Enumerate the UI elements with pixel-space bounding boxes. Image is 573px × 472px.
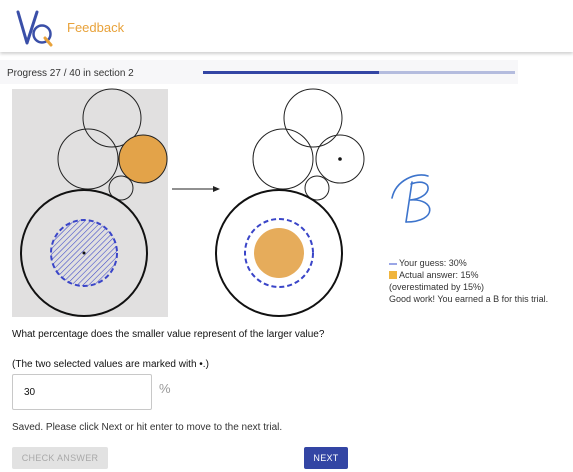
actual-swatch-icon xyxy=(389,271,397,279)
guess-swatch-icon xyxy=(389,262,397,265)
question-text: What percentage does the smaller value r… xyxy=(12,329,325,340)
right-marker-dot xyxy=(338,157,342,161)
actual-label: Actual answer: 15% xyxy=(399,270,479,280)
feedback-legend: Your guess: 30% Actual answer: 15% (over… xyxy=(389,257,548,305)
left-circle-mid xyxy=(57,128,119,190)
grade-icon: B xyxy=(386,170,431,223)
right-circle-mid xyxy=(252,128,314,190)
svg-text:B: B xyxy=(386,170,387,171)
left-circle-highlighted xyxy=(118,134,168,184)
right-circle-top xyxy=(283,88,343,148)
feedback-message: Good work! You earned a B for this trial… xyxy=(389,294,549,304)
answer-input[interactable] xyxy=(12,374,152,410)
arrow-head-icon xyxy=(213,186,220,192)
status-message: Saved. Please click Next or hit enter to… xyxy=(12,422,283,433)
question-hint: (The two selected values are marked with… xyxy=(12,359,209,370)
check-answer-button[interactable]: CHECK ANSWER xyxy=(12,447,108,469)
guess-label: Your guess: 30% xyxy=(399,258,467,268)
percent-unit: % xyxy=(159,381,171,396)
left-marker-dot xyxy=(82,251,86,255)
right-circle-actual xyxy=(254,228,304,278)
legend-guess: Your guess: 30% xyxy=(389,257,548,269)
next-button[interactable]: NEXT xyxy=(304,447,348,469)
legend-actual: Actual answer: 15% xyxy=(389,269,548,281)
delta-label: (overestimated by 15%) xyxy=(389,282,485,292)
